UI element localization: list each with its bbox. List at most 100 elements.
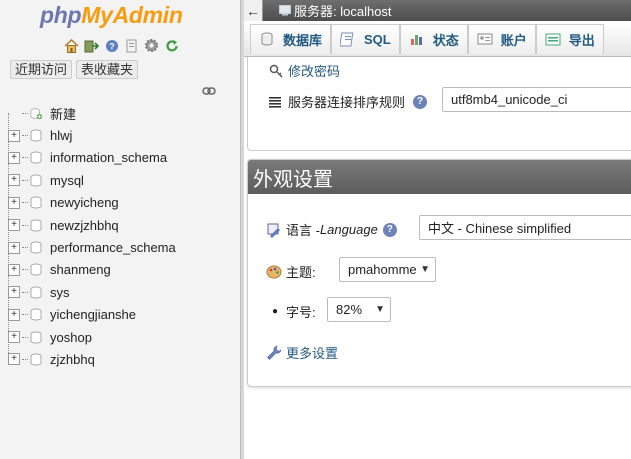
tree-branch-line bbox=[22, 291, 28, 293]
language-icon bbox=[267, 223, 280, 238]
database-icon bbox=[30, 286, 42, 299]
tree-item-label[interactable]: 新建 bbox=[50, 104, 76, 123]
tree-item-database[interactable]: + information_schema bbox=[8, 147, 238, 169]
expand-toggle[interactable]: + bbox=[8, 196, 20, 209]
tree-item-database[interactable]: + zjzhbhq bbox=[8, 348, 238, 370]
breadcrumb-server-link[interactable]: 服务器: localhost bbox=[294, 1, 392, 20]
tree-item-database[interactable]: + mysql bbox=[8, 169, 238, 191]
tree-item-database[interactable]: + performance_schema bbox=[8, 236, 238, 258]
tab-accounts[interactable]: 账户 bbox=[467, 23, 536, 54]
tree-item-label[interactable]: performance_schema bbox=[50, 240, 176, 255]
settings-icon[interactable] bbox=[143, 38, 160, 53]
appearance-settings-panel: 外观设置 语言 - Language ? 中文 - Chinese simpli… bbox=[247, 159, 631, 387]
tree-branch-line bbox=[22, 358, 28, 360]
tree-item-label[interactable]: shanmeng bbox=[50, 262, 111, 277]
language-label-en: Language bbox=[319, 222, 378, 237]
wrench-icon bbox=[267, 345, 282, 360]
expand-toggle[interactable]: + bbox=[8, 308, 20, 321]
docs-icon[interactable] bbox=[123, 38, 140, 53]
collation-row: 服务器连接排序规则 ? bbox=[268, 92, 428, 111]
database-icon bbox=[30, 196, 42, 209]
tree-item-database[interactable]: + shanmeng bbox=[8, 259, 238, 281]
expand-toggle[interactable]: + bbox=[8, 129, 20, 142]
tab-sql[interactable]: SQL bbox=[331, 23, 400, 54]
more-settings-link[interactable]: 更多设置 bbox=[286, 343, 338, 362]
tree-item-database[interactable]: + newyicheng bbox=[8, 192, 238, 214]
expand-toggle[interactable]: + bbox=[8, 331, 20, 344]
fontsize-label: 字号: bbox=[286, 305, 316, 320]
tab-status[interactable]: 状态 bbox=[399, 23, 468, 54]
tab-databases[interactable]: 数据库 bbox=[250, 23, 332, 54]
fontsize-select[interactable]: 82% ▼ bbox=[327, 297, 391, 322]
tree-branch-line bbox=[22, 112, 28, 114]
fontsize-value: 82% bbox=[336, 302, 363, 317]
expand-toggle[interactable]: + bbox=[8, 353, 20, 366]
database-icon bbox=[30, 129, 42, 142]
language-select[interactable]: 中文 - Chinese simplified bbox=[419, 215, 631, 240]
collation-label: 服务器连接排序规则 bbox=[288, 95, 406, 110]
collation-value: utf8mb4_unicode_ci bbox=[451, 92, 568, 107]
help-icon[interactable]: ? bbox=[382, 222, 397, 237]
tab-export[interactable]: 导出 bbox=[535, 23, 604, 54]
favorite-tables-tab[interactable]: 表收藏夹 bbox=[76, 60, 139, 79]
tree-item-label[interactable]: newzjzhbhq bbox=[50, 218, 119, 233]
database-icon bbox=[30, 219, 42, 232]
reload-icon[interactable] bbox=[163, 38, 180, 53]
sql-icon bbox=[340, 31, 356, 47]
tree-branch-line bbox=[22, 247, 28, 249]
expand-toggle[interactable]: + bbox=[8, 241, 20, 254]
tree-branch-line bbox=[22, 314, 28, 316]
new-database-icon bbox=[30, 108, 42, 119]
back-arrow-button[interactable]: ← bbox=[244, 0, 263, 21]
database-icon bbox=[30, 151, 42, 164]
tab-label: 数据库 bbox=[283, 32, 323, 48]
language-row: 语言 - Language ? bbox=[266, 220, 397, 239]
tree-item-database[interactable]: + yoshop bbox=[8, 326, 238, 348]
bullet-icon: ● bbox=[272, 306, 279, 317]
link-icon[interactable] bbox=[202, 84, 216, 95]
database-icon bbox=[30, 241, 42, 254]
tree-item-label[interactable]: sys bbox=[50, 285, 70, 300]
expand-toggle[interactable]: + bbox=[8, 151, 20, 164]
tree-branch-line bbox=[22, 179, 28, 181]
database-icon bbox=[30, 263, 42, 276]
theme-value: pmahomme bbox=[348, 262, 417, 277]
general-settings-panel: 修改密码 服务器连接排序规则 ? utf8mb4_unicode_ci bbox=[247, 57, 631, 151]
recent-tables-tab[interactable]: 近期访问 bbox=[10, 60, 73, 79]
tree-item-database[interactable]: + sys bbox=[8, 281, 238, 303]
help-icon[interactable]: ? bbox=[413, 94, 428, 109]
top-menu-tabs: 数据库 SQL 状态 账户 导出 bbox=[244, 21, 631, 57]
chevron-down-icon: ▼ bbox=[420, 264, 430, 275]
status-icon bbox=[409, 31, 425, 47]
exit-icon[interactable] bbox=[83, 38, 100, 53]
tab-label: 账户 bbox=[500, 32, 527, 48]
tree-item-database[interactable]: + newzjzhbhq bbox=[8, 214, 238, 236]
tree-item-database[interactable]: + hlwj bbox=[8, 124, 238, 146]
tree-item-new[interactable]: 新建 bbox=[8, 102, 238, 124]
tree-item-database[interactable]: + yichengjianshe bbox=[8, 304, 238, 326]
theme-select[interactable]: pmahomme ▼ bbox=[339, 257, 436, 282]
tree-item-label[interactable]: yoshop bbox=[50, 330, 92, 345]
database-icon bbox=[30, 308, 42, 321]
tree-item-label[interactable]: newyicheng bbox=[50, 195, 119, 210]
change-password-link[interactable]: 修改密码 bbox=[288, 61, 340, 80]
tree-item-label[interactable]: zjzhbhq bbox=[50, 352, 95, 367]
nav-tabs: 近期访问 表收藏夹 bbox=[10, 60, 139, 79]
expand-toggle[interactable]: + bbox=[8, 263, 20, 276]
help-icon[interactable]: ? bbox=[103, 38, 120, 53]
navigation-panel: phpMyAdmin ? 近期访问 表收藏夹 新建 + hlwj + infor… bbox=[0, 0, 240, 459]
tree-item-label[interactable]: hlwj bbox=[50, 128, 72, 143]
change-password-row: 修改密码 bbox=[268, 61, 340, 80]
tree-item-label[interactable]: yichengjianshe bbox=[50, 307, 136, 322]
section-title: 外观设置 bbox=[248, 160, 631, 194]
tree-item-label[interactable]: mysql bbox=[50, 173, 84, 188]
expand-toggle[interactable]: + bbox=[8, 286, 20, 299]
expand-toggle[interactable]: + bbox=[8, 219, 20, 232]
collation-select[interactable]: utf8mb4_unicode_ci bbox=[442, 87, 631, 112]
phpmyadmin-logo[interactable]: phpMyAdmin bbox=[40, 2, 183, 29]
expand-toggle[interactable]: + bbox=[8, 174, 20, 187]
collation-icon bbox=[269, 96, 281, 108]
tree-item-label[interactable]: information_schema bbox=[50, 150, 167, 165]
home-icon[interactable] bbox=[63, 38, 80, 53]
